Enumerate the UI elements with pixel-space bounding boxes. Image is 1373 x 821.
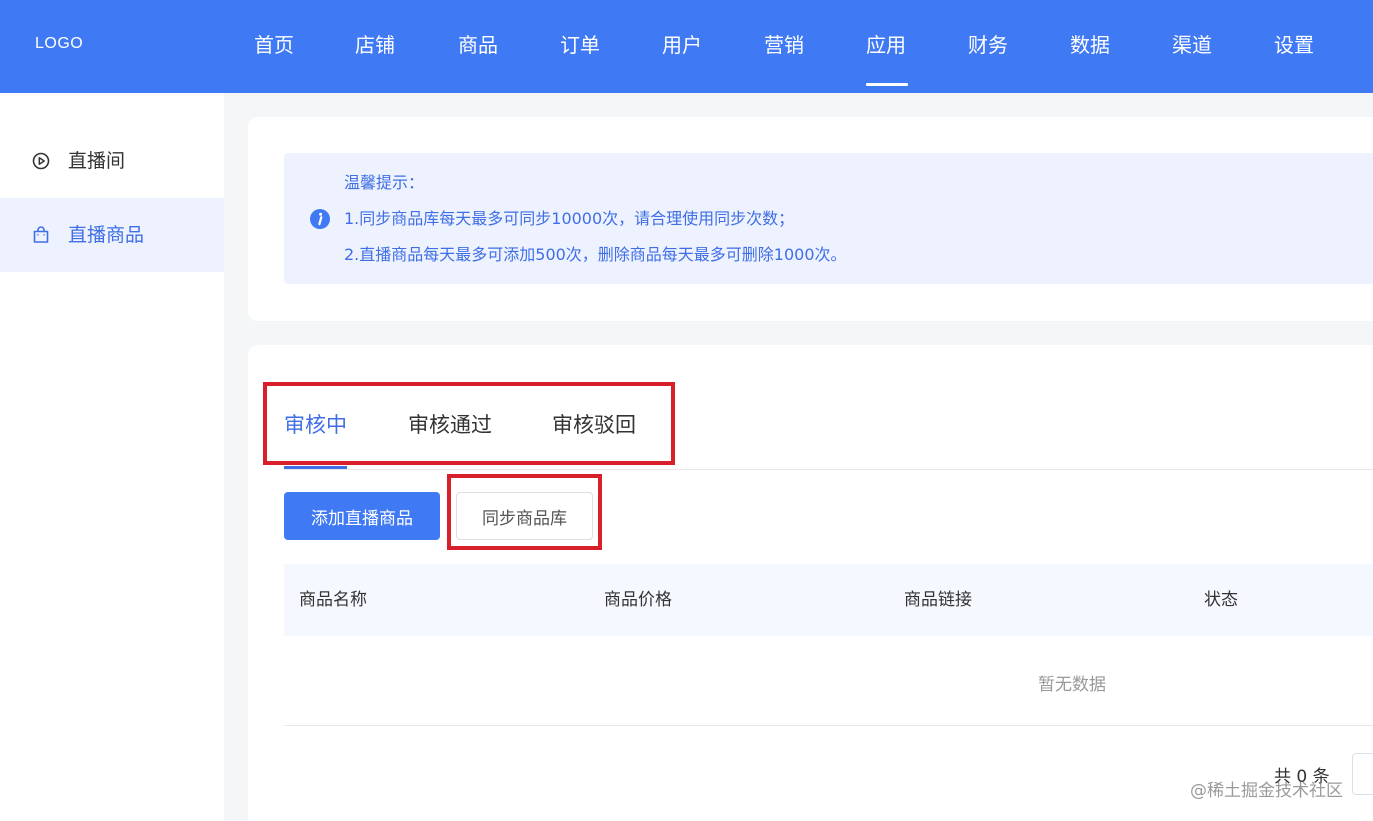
tab-divider [284, 469, 1373, 470]
column-header-product-price: 商品价格 [604, 590, 672, 610]
top-navbar: LOGO 首页 店铺 商品 订单 用户 营销 应用 财务 数据 渠道 设置 [0, 0, 1373, 93]
nav-item-products[interactable]: 商品 [458, 31, 498, 59]
page-size-select[interactable] [1352, 753, 1373, 795]
info-icon [310, 209, 330, 229]
tabs-highlight-box [263, 382, 675, 465]
nav-item-channels[interactable]: 渠道 [1172, 31, 1212, 59]
shopping-bag-icon [33, 226, 49, 243]
sidebar-item-label: 直播商品 [68, 224, 145, 246]
nav-active-indicator [866, 83, 908, 86]
column-header-product-name: 商品名称 [299, 590, 367, 610]
table-header: 商品名称 商品价格 商品链接 状态 [284, 564, 1373, 636]
nav-item-apps[interactable]: 应用 [866, 31, 906, 59]
sidebar: 直播间 直播商品 [0, 93, 224, 821]
nav-item-users[interactable]: 用户 [662, 31, 702, 59]
sync-button-highlight-box [447, 474, 602, 550]
nav-item-home[interactable]: 首页 [254, 31, 294, 59]
nav-item-settings[interactable]: 设置 [1274, 31, 1314, 59]
play-circle-icon [32, 152, 50, 170]
sidebar-item-live-room[interactable]: 直播间 [0, 124, 224, 198]
table-bottom-border [284, 725, 1373, 726]
watermark: @稀土掘金技术社区 [1190, 781, 1343, 801]
nav-item-store[interactable]: 店铺 [355, 31, 395, 59]
nav-item-orders[interactable]: 订单 [560, 31, 600, 59]
sidebar-item-label: 直播间 [68, 150, 126, 172]
add-live-product-button[interactable]: 添加直播商品 [284, 492, 440, 540]
nav-item-finance[interactable]: 财务 [968, 31, 1008, 59]
nav-item-data[interactable]: 数据 [1070, 31, 1110, 59]
sidebar-item-live-products[interactable]: 直播商品 [0, 198, 224, 272]
notice-line-2: 2.直播商品每天最多可添加500次，删除商品每天最多可删除1000次。 [344, 245, 847, 264]
notice-line-1: 1.同步商品库每天最多可同步10000次，请合理使用同步次数； [344, 209, 795, 228]
table-empty-text: 暂无数据 [1038, 675, 1106, 695]
logo: LOGO [35, 35, 84, 52]
nav-item-marketing[interactable]: 营销 [764, 31, 804, 59]
notice-title: 温馨提示： [344, 173, 425, 192]
column-header-status: 状态 [1204, 590, 1238, 610]
column-header-product-link: 商品链接 [904, 590, 972, 610]
